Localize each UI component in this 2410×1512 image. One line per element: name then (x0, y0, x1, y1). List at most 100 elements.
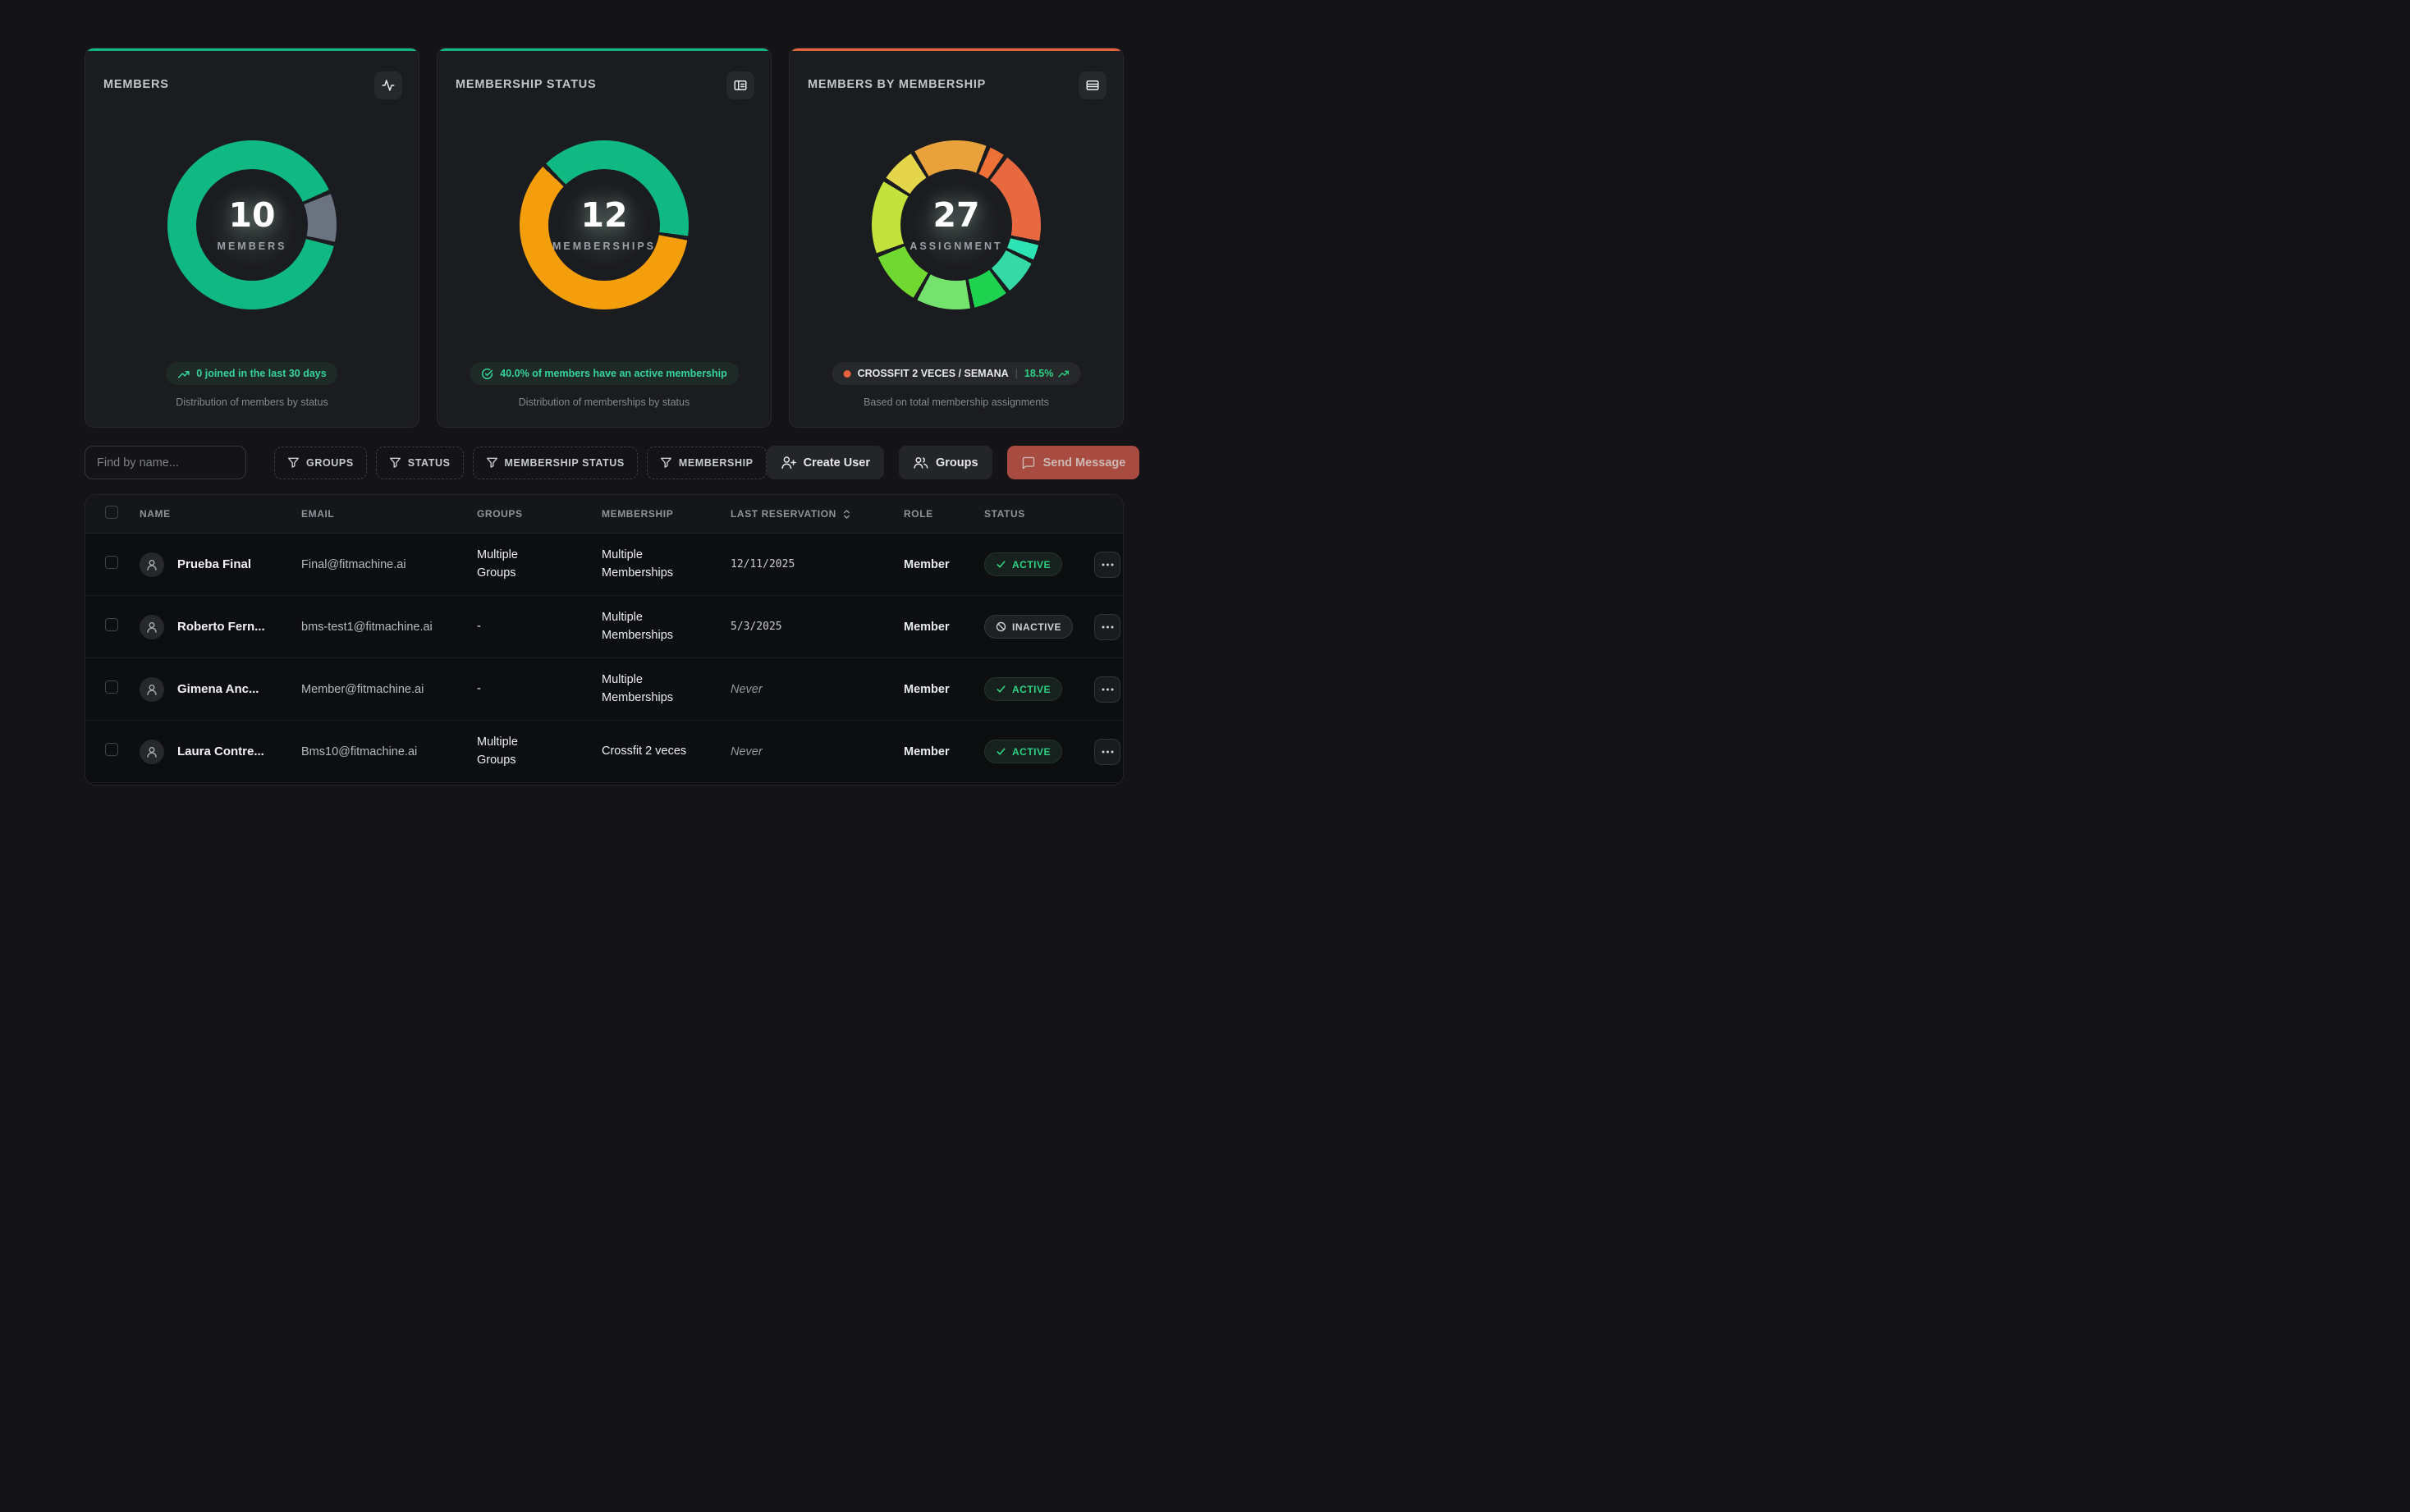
funnel-icon (287, 456, 300, 469)
avatar (140, 615, 164, 639)
ellipsis-icon (1102, 688, 1114, 691)
header-checkbox-cell (105, 506, 140, 523)
member-role: Member (904, 745, 984, 758)
table-row[interactable]: Gimena Anc... Member@fitmachine.ai - Mul… (85, 658, 1123, 721)
row-checkbox[interactable] (105, 556, 118, 569)
toolbar-actions: Create User Groups Send Message (767, 446, 1140, 479)
id-card-icon (733, 78, 748, 93)
avatar (140, 552, 164, 577)
member-role: Member (904, 558, 984, 571)
ban-icon (996, 621, 1006, 632)
member-name: Laura Contre... (177, 745, 301, 758)
status-badge: ACTIVE (984, 677, 1062, 701)
user-icon (145, 745, 158, 758)
table-row[interactable]: Prueba Final Final@fitmachine.ai Multipl… (85, 534, 1123, 596)
membership-status-chart-type-button[interactable] (726, 71, 754, 99)
status-label: INACTIVE (1012, 621, 1061, 633)
donut-label: ASSIGNMENT (909, 241, 1002, 252)
column-header-label: LAST RESERVATION (731, 508, 836, 520)
button-label: Groups (936, 456, 978, 470)
table-row[interactable]: Roberto Fern... bms-test1@fitmachine.ai … (85, 596, 1123, 658)
status-badge: ACTIVE (984, 552, 1062, 576)
badge-text: 40.0% of members have an active membersh… (500, 368, 727, 379)
button-label: Send Message (1043, 456, 1126, 470)
last-reservation-cell: Never (731, 683, 904, 696)
filter-membership-status-button[interactable]: MEMBERSHIP STATUS (473, 447, 638, 479)
filter-membership-button[interactable]: MEMBERSHIP (647, 447, 767, 479)
row-actions-menu-button[interactable] (1094, 739, 1120, 765)
search-input[interactable] (85, 446, 246, 479)
stats-cards-row: MEMBERS 10 MEMBERS 0 joined in the last … (85, 48, 1124, 428)
column-header-name[interactable]: NAME (140, 508, 301, 520)
trending-up-icon (177, 368, 190, 380)
credit-card-icon (1085, 78, 1100, 93)
card-accent-bar (790, 48, 1123, 51)
members-summary-badge: 0 joined in the last 30 days (166, 362, 337, 385)
ellipsis-icon (1102, 750, 1114, 754)
members-chart-type-button[interactable] (374, 71, 402, 99)
member-email: Member@fitmachine.ai (301, 683, 477, 696)
member-groups: - (477, 680, 602, 698)
check-circle-icon (481, 368, 493, 380)
segment-color-dot (844, 370, 851, 378)
member-membership: Multiple Memberships (602, 671, 731, 706)
activity-icon (381, 78, 396, 93)
row-checkbox[interactable] (105, 743, 118, 756)
badge-percent-wrap: 18.5% (1024, 368, 1069, 379)
column-header-email[interactable]: EMAIL (301, 508, 477, 520)
row-actions-menu-button[interactable] (1094, 614, 1120, 640)
table-row[interactable]: Laura Contre... Bms10@fitmachine.ai Mult… (85, 721, 1123, 783)
table-toolbar: GROUPS STATUS MEMBERSHIP STATUS MEMBERSH… (85, 446, 1124, 479)
member-name: Gimena Anc... (177, 682, 301, 696)
groups-button[interactable]: Groups (899, 446, 992, 479)
check-icon (996, 746, 1006, 757)
column-header-status[interactable]: STATUS (984, 508, 1094, 520)
donut-center: 27 ASSIGNMENT (900, 169, 1012, 281)
filter-label: MEMBERSHIP (679, 457, 754, 469)
select-all-checkbox[interactable] (105, 506, 118, 519)
column-header-last-reservation[interactable]: LAST RESERVATION (731, 508, 904, 520)
row-checkbox[interactable] (105, 680, 118, 694)
donut-value: 10 (228, 199, 275, 232)
donut-center: 10 MEMBERS (196, 169, 308, 281)
column-header-role[interactable]: ROLE (904, 508, 984, 520)
column-header-groups[interactable]: GROUPS (477, 508, 602, 520)
avatar (140, 740, 164, 764)
user-icon (145, 558, 158, 571)
user-icon (145, 683, 158, 696)
column-header-membership[interactable]: MEMBERSHIP (602, 508, 731, 520)
membership-status-card: MEMBERSHIP STATUS 12 MEMBERSHIPS 40.0% o… (437, 48, 772, 428)
row-checkbox[interactable] (105, 618, 118, 631)
send-message-button[interactable]: Send Message (1007, 446, 1140, 479)
members-by-membership-chart-type-button[interactable] (1079, 71, 1106, 99)
filter-label: MEMBERSHIP STATUS (505, 457, 625, 469)
funnel-icon (486, 456, 498, 469)
row-actions-menu-button[interactable] (1094, 552, 1120, 578)
card-accent-bar (438, 48, 771, 51)
avatar (140, 677, 164, 702)
sort-icon[interactable] (841, 508, 852, 520)
card-title: MEMBERS BY MEMBERSHIP (808, 78, 986, 91)
donut-value: 27 (932, 199, 979, 232)
funnel-icon (389, 456, 401, 469)
check-icon (996, 559, 1006, 570)
row-actions-menu-button[interactable] (1094, 676, 1120, 703)
filter-groups-button[interactable]: GROUPS (274, 447, 367, 479)
filter-status-button[interactable]: STATUS (376, 447, 464, 479)
filter-label: GROUPS (306, 457, 354, 469)
button-label: Create User (804, 456, 870, 470)
create-user-button[interactable]: Create User (767, 446, 884, 479)
funnel-icon (660, 456, 672, 469)
member-role: Member (904, 621, 984, 634)
member-role: Member (904, 683, 984, 696)
membership-status-donut-chart: 12 MEMBERSHIPS (520, 140, 689, 309)
member-membership: Multiple Memberships (602, 547, 731, 581)
badge-divider: | (1015, 368, 1018, 379)
last-reservation-cell: Never (731, 745, 904, 758)
donut-label: MEMBERS (218, 241, 287, 252)
status-badge: INACTIVE (984, 615, 1073, 639)
top-membership-badge: CROSSFIT 2 VECES / SEMANA | 18.5% (832, 362, 1081, 385)
status-badge: ACTIVE (984, 740, 1062, 763)
member-membership: Crossfit 2 veces (602, 743, 731, 760)
members-dashboard: { "theme": { "accent_green": "#10b981", … (0, 0, 1205, 756)
